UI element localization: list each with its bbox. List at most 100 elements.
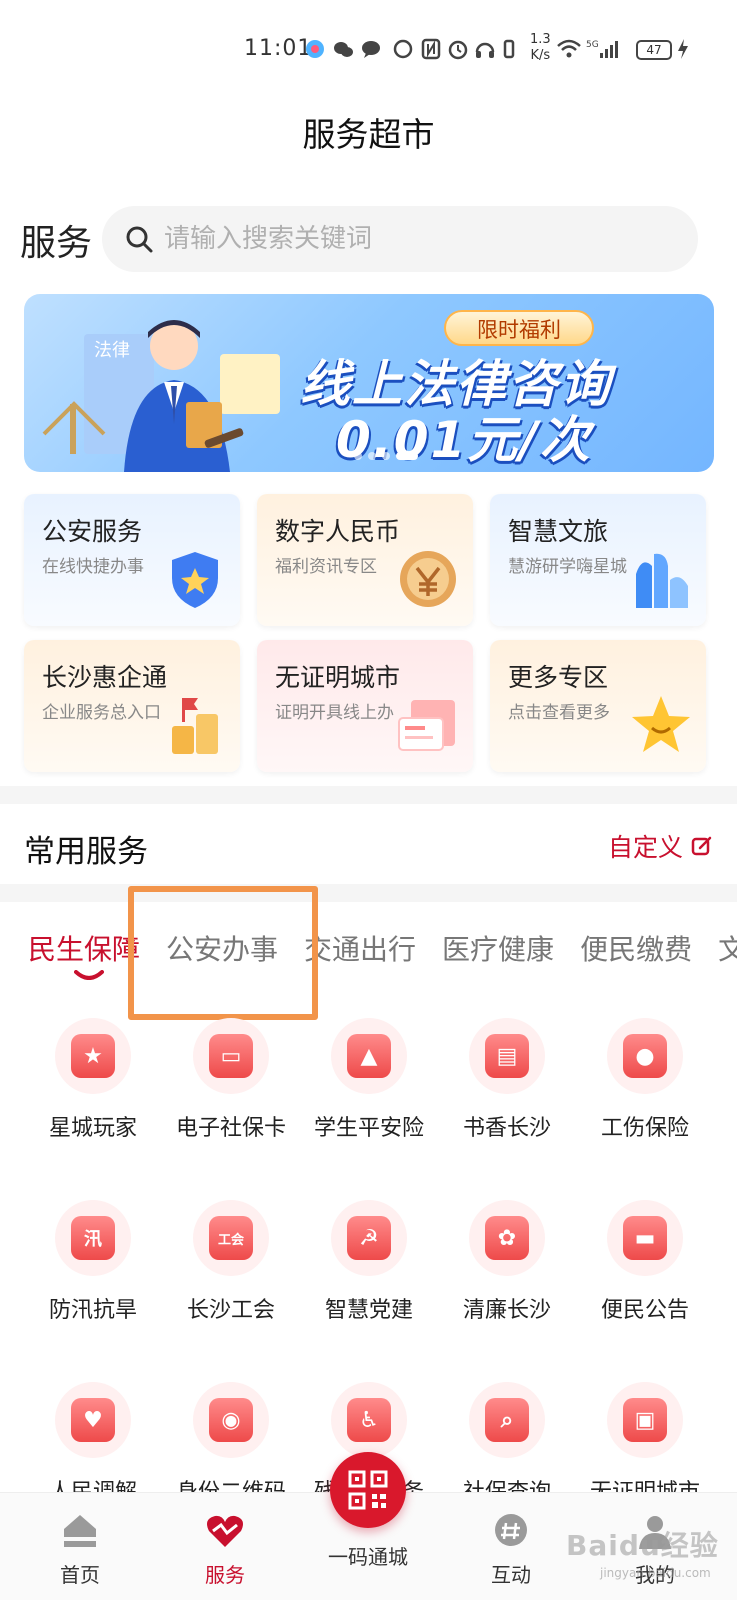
coin-stack-icon (172, 698, 218, 754)
tile-subtitle: 点击查看更多 (508, 703, 610, 723)
tile-police-service[interactable]: 公安服务 在线快捷办事 (24, 494, 240, 626)
service-item[interactable]: ● 工伤保险 (576, 1018, 714, 1142)
tab-transport[interactable]: 交通出行 (304, 928, 416, 988)
flood-tag-icon: 汛 (71, 1216, 115, 1260)
charging-icon (678, 39, 688, 59)
message-icon (362, 41, 380, 58)
tab-label: 公安办事 (166, 933, 279, 966)
tile-title: 智慧文旅 (508, 517, 609, 546)
service-label: 防汛抗旱 (48, 1298, 137, 1323)
watermark-sub: jingyan.baidu.com (600, 1566, 711, 1580)
tile-title: 无证明城市 (275, 663, 401, 692)
banner-tag: 限时福利 (444, 310, 594, 346)
tile-enterprise-service[interactable]: 长沙惠企通 企业服务总入口 (24, 640, 240, 772)
banner-price: 0.01元/次 (336, 411, 592, 469)
notice-icon: ▬ (623, 1216, 667, 1260)
certificate-icon: ▣ (623, 1398, 667, 1442)
service-bubble: ⌕ (469, 1382, 545, 1458)
service-bubble: ◉ (193, 1382, 269, 1458)
customize-label: 自定义 (607, 833, 683, 862)
service-item[interactable]: ▤ 书香长沙 (438, 1018, 576, 1142)
tab-payment[interactable]: 便民缴费 (580, 928, 692, 988)
graduation-cap-icon: ▲ (347, 1034, 391, 1078)
service-bubble: ▲ (331, 1018, 407, 1094)
svg-text:5G: 5G (586, 40, 599, 50)
service-bubble: ✿ (469, 1200, 545, 1276)
page-title: 服务超市 (302, 115, 435, 154)
service-label: 长沙工会 (186, 1298, 275, 1323)
service-item[interactable]: ♥人民调解 (24, 1382, 162, 1506)
tab-public-security[interactable]: 公安办事 (166, 928, 278, 988)
worker-icon: ● (623, 1034, 667, 1078)
tile-smart-tourism[interactable]: 智慧文旅 慧游研学嗨星城 (490, 494, 706, 626)
service-item[interactable]: 工会 长沙工会 (162, 1200, 300, 1324)
service-label: 便民公告 (600, 1298, 689, 1323)
section-divider (0, 786, 737, 804)
alarm-icon (448, 40, 468, 60)
tab-culture[interactable]: 文 (718, 928, 737, 988)
signal-5g-icon: 5G (586, 40, 618, 58)
qr-scan-button[interactable] (330, 1452, 406, 1528)
promo-banner[interactable]: 法律 限时福利 线上法律咨询 0.01元/次 (24, 294, 714, 472)
feature-tiles: 公安服务 在线快捷办事 数字人民币 福利资讯专区 智慧文旅 慧游研学嗨星城 长沙… (24, 494, 714, 772)
service-item[interactable]: ✿ 清廉长沙 (438, 1200, 576, 1324)
nav-interact[interactable]: 互动 (456, 1511, 566, 1588)
service-item[interactable]: ★ 星城玩家 (24, 1018, 162, 1142)
service-item[interactable]: ▬ 便民公告 (576, 1200, 714, 1324)
nav-service[interactable]: 服务 (170, 1511, 280, 1588)
network-speed-value: 1.3 (530, 32, 551, 47)
nav-label: 一码通城 (328, 1545, 408, 1569)
service-item[interactable]: ◉身份二维码 (162, 1382, 300, 1506)
tab-label: 民生保障 (28, 933, 141, 966)
nav-qr[interactable]: 一码通城 (313, 1533, 423, 1570)
chat-hash-icon (495, 1514, 527, 1546)
nav-home[interactable]: 首页 (25, 1511, 135, 1588)
status-bar: 11:01 1.3 K/s 5G 47 (0, 0, 737, 100)
service-label: 电子社保卡 (175, 1116, 286, 1141)
nav-label: 首页 (60, 1563, 100, 1587)
id-shield-icon: ◉ (209, 1398, 253, 1442)
app-notification-icon (306, 40, 324, 58)
tile-no-proof-city[interactable]: 无证明城市 证明开具线上办 (257, 640, 473, 772)
section-label-service: 服务 (20, 223, 93, 264)
tile-subtitle: 福利资讯专区 (275, 557, 377, 577)
home-icon (64, 1515, 96, 1547)
search-bar[interactable] (102, 206, 698, 272)
status-time: 11:01 (244, 36, 313, 61)
search-input[interactable] (164, 206, 664, 272)
edit-icon (691, 836, 712, 856)
book-icon: ▤ (485, 1034, 529, 1078)
heart-service-icon (207, 1515, 243, 1547)
banner-pagination (354, 452, 418, 460)
service-item[interactable]: 汛防汛抗旱 (24, 1200, 162, 1324)
service-item[interactable]: ▣无证明城市 (576, 1382, 714, 1506)
service-item[interactable]: ⌕社保查询 (438, 1382, 576, 1506)
watermark: Baidu经验 (566, 1529, 719, 1562)
service-bubble: ● (607, 1018, 683, 1094)
wheelchair-icon: ♿ (347, 1398, 391, 1442)
service-item[interactable]: ▭ 电子社保卡 (162, 1018, 300, 1142)
tile-more-zones[interactable]: 更多专区 点击查看更多 (490, 640, 706, 772)
tab-livelihood[interactable]: 民生保障 (28, 928, 140, 988)
tab-label: 医疗健康 (442, 933, 555, 966)
tile-digital-rmb[interactable]: 数字人民币 福利资讯专区 (257, 494, 473, 626)
handshake-icon: ♥ (71, 1398, 115, 1442)
service-item[interactable]: ▲ 学生平安险 (300, 1018, 438, 1142)
tile-subtitle: 在线快捷办事 (42, 557, 144, 577)
tab-label: 便民缴费 (580, 933, 693, 966)
battery-indicator: 47 (636, 40, 672, 60)
tab-medical[interactable]: 医疗健康 (442, 928, 554, 988)
common-services-title: 常用服务 (24, 834, 148, 870)
tile-title: 公安服务 (42, 517, 143, 546)
customize-button[interactable]: 自定义 (608, 828, 713, 864)
police-shield-icon (172, 552, 218, 608)
tab-label: 交通出行 (304, 933, 417, 966)
service-item[interactable]: ☭ 智慧党建 (300, 1200, 438, 1324)
vibrate-icon (503, 39, 515, 59)
service-bubble: ▤ (469, 1018, 545, 1094)
city-building-icon (636, 553, 688, 608)
service-bubble: ★ (55, 1018, 131, 1094)
data-saver-icon (393, 39, 413, 59)
lotus-icon: ✿ (485, 1216, 529, 1260)
section-divider (0, 884, 737, 902)
